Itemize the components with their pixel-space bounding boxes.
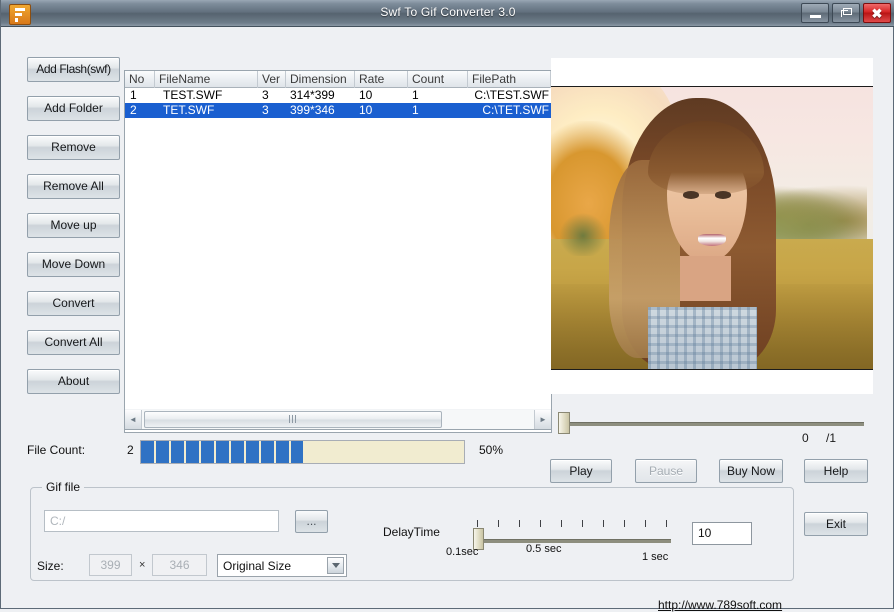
remove-button[interactable]: Remove: [27, 135, 120, 160]
width-input[interactable]: 399: [89, 554, 132, 576]
cell-rate: 10: [359, 103, 373, 117]
column-header-dimension[interactable]: Dimension: [286, 71, 355, 88]
action-sidebar: Add Flash(swf) Add Folder Remove Remove …: [27, 57, 120, 408]
buy-now-button[interactable]: Buy Now: [719, 459, 783, 483]
column-header-count[interactable]: Count: [408, 71, 468, 88]
minimize-button[interactable]: [801, 3, 829, 23]
delay-track[interactable]: [477, 539, 671, 543]
preview-image: [551, 86, 873, 370]
cell-filepath: C:\TET.SWF: [482, 103, 549, 117]
progress-fill: [141, 441, 303, 463]
add-flash-button[interactable]: Add Flash(swf): [27, 57, 120, 82]
delay-max-label: 1 sec: [642, 551, 669, 563]
file-count-label: File Count:: [27, 443, 86, 457]
cell-filepath: C:\TEST.SWF: [474, 88, 549, 102]
column-header-no[interactable]: No: [125, 71, 155, 88]
cell-ver: 3: [262, 103, 269, 117]
maximize-button[interactable]: [832, 3, 860, 23]
height-input[interactable]: 346: [152, 554, 207, 576]
cell-dimension: 399*346: [290, 103, 335, 117]
conversion-progress-bar: [140, 440, 465, 464]
cell-filename: TEST.SWF: [163, 88, 223, 102]
delay-value-input[interactable]: 10: [692, 522, 752, 545]
seek-thumb[interactable]: [558, 412, 570, 434]
scroll-left-icon[interactable]: ◄: [125, 409, 142, 429]
move-up-button[interactable]: Move up: [27, 213, 120, 238]
frame-total: /1: [826, 431, 837, 445]
about-button[interactable]: About: [27, 369, 120, 394]
column-header-rate[interactable]: Rate: [355, 71, 408, 88]
output-path-input[interactable]: C:/: [44, 510, 279, 532]
size-mode-value: Original Size: [223, 559, 292, 573]
cell-count: 1: [412, 103, 419, 117]
application-window: Swf To Gif Converter 3.0 ✖ Add Flash(swf…: [0, 0, 894, 612]
frame-current: 0: [802, 431, 809, 445]
progress-percent-label: 50%: [479, 443, 504, 457]
close-button[interactable]: ✖: [863, 3, 891, 23]
hscroll-track[interactable]: [142, 409, 534, 429]
delay-ticks: [477, 520, 671, 530]
window-controls: ✖: [801, 3, 891, 24]
cell-no: 1: [130, 88, 137, 102]
column-header-filepath[interactable]: FilePath: [468, 71, 551, 88]
play-button[interactable]: Play: [550, 459, 612, 483]
website-link[interactable]: http://www.789soft.com: [658, 598, 782, 612]
grip-icon: [289, 415, 297, 423]
size-separator: ×: [139, 559, 146, 571]
delay-min-label: 0.1sec: [446, 546, 479, 558]
cell-ver: 3: [262, 88, 269, 102]
frame-counter: 0 /1: [782, 431, 872, 447]
convert-all-button[interactable]: Convert All: [27, 330, 120, 355]
convert-button[interactable]: Convert: [27, 291, 120, 316]
window-title: Swf To Gif Converter 3.0: [380, 5, 516, 19]
cell-count: 1: [412, 88, 419, 102]
pause-button: Pause: [635, 459, 697, 483]
chevron-down-icon[interactable]: [327, 557, 344, 574]
close-icon: ✖: [871, 5, 883, 21]
scroll-right-icon[interactable]: ►: [534, 409, 551, 429]
cell-dimension: 314*399: [290, 88, 335, 102]
file-list-body: 1 TEST.SWF 3 314*399 10 1 C:\TEST.SWF 2 …: [125, 88, 551, 432]
file-count-value: 2: [127, 443, 134, 457]
delay-time-slider[interactable]: [472, 515, 672, 550]
cell-rate: 10: [359, 88, 373, 102]
cell-no: 2: [130, 103, 137, 117]
table-row[interactable]: 2 TET.SWF 3 399*346 10 1 C:\TET.SWF: [125, 103, 551, 118]
size-mode-select[interactable]: Original Size: [217, 554, 347, 577]
file-list[interactable]: No FileName Ver Dimension Rate Count Fil…: [124, 70, 552, 433]
title-bar: Swf To Gif Converter 3.0 ✖: [1, 0, 894, 27]
client-area: Add Flash(swf) Add Folder Remove Remove …: [2, 28, 892, 612]
delay-time-label: DelayTime: [383, 525, 440, 539]
remove-all-button[interactable]: Remove All: [27, 174, 120, 199]
cell-filename: TET.SWF: [163, 103, 215, 117]
delay-mid-label: 0.5 sec: [526, 543, 562, 555]
column-header-filename[interactable]: FileName: [155, 71, 258, 88]
add-folder-button[interactable]: Add Folder: [27, 96, 120, 121]
gif-file-group-title: Gif file: [42, 480, 85, 494]
browse-button[interactable]: ...: [295, 510, 328, 533]
output-path-placeholder: C:/: [50, 514, 66, 528]
file-list-hscrollbar[interactable]: ◄ ►: [124, 409, 552, 430]
exit-button[interactable]: Exit: [804, 512, 868, 536]
help-button[interactable]: Help: [804, 459, 868, 483]
seek-track[interactable]: [568, 422, 864, 426]
size-label: Size:: [37, 559, 64, 573]
column-header-ver[interactable]: Ver: [258, 71, 286, 88]
table-row[interactable]: 1 TEST.SWF 3 314*399 10 1 C:\TEST.SWF: [125, 88, 551, 103]
move-down-button[interactable]: Move Down: [27, 252, 120, 277]
swf-preview-panel[interactable]: [551, 58, 873, 394]
hscroll-thumb[interactable]: [144, 410, 442, 428]
file-list-header: No FileName Ver Dimension Rate Count Fil…: [125, 71, 551, 88]
